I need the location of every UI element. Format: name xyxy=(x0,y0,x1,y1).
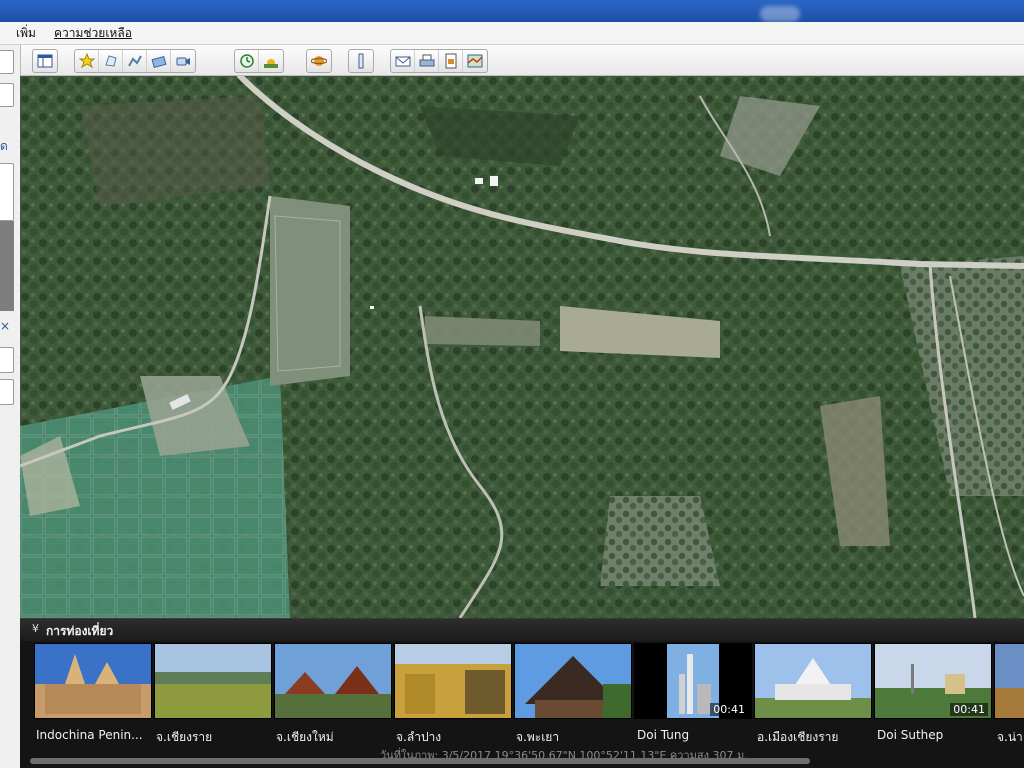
toolbar-group-sky xyxy=(306,49,332,73)
toolbar-group-measure xyxy=(348,49,374,73)
tour-thumbnail-8[interactable]: 00:41 xyxy=(874,643,992,719)
chevron-down-icon[interactable]: ¥ xyxy=(32,622,39,635)
print-icon[interactable] xyxy=(415,50,439,72)
sunlight-icon[interactable] xyxy=(259,50,283,72)
add-placemark-icon[interactable] xyxy=(75,50,99,72)
historical-imagery-icon[interactable] xyxy=(235,50,259,72)
places-panel-edge xyxy=(0,221,14,311)
tour-thumbnail-1[interactable] xyxy=(34,643,152,719)
search-box-edge[interactable] xyxy=(0,50,14,74)
tour-caption-8: Doi Suthep xyxy=(877,728,944,742)
close-icon[interactable]: × xyxy=(0,319,10,333)
search-button-edge[interactable] xyxy=(0,83,14,107)
menu-add[interactable]: เพิ่ม xyxy=(16,22,36,44)
places-list-edge[interactable] xyxy=(0,163,14,221)
map-view[interactable] xyxy=(20,76,1024,618)
sidebar-toggle-icon[interactable] xyxy=(33,50,57,72)
record-tour-icon[interactable] xyxy=(171,50,195,72)
tour-caption-5: จ.พะเยา xyxy=(516,730,560,744)
tour-header[interactable]: ¥ การท่องเที่ยว xyxy=(20,618,1024,641)
tour-caption-1: Indochina Penin... xyxy=(36,728,143,742)
toolbar xyxy=(0,45,1024,76)
sidebar-truncated-heading: ด xyxy=(0,139,8,153)
tour-thumbnail-5[interactable] xyxy=(514,643,632,719)
ruler-icon[interactable] xyxy=(349,50,373,72)
tour-thumbnail-4[interactable] xyxy=(394,643,512,719)
tour-caption-2: จ.เชียงราย xyxy=(156,730,213,744)
toolbar-group-layers xyxy=(234,49,284,73)
view-in-maps-icon[interactable] xyxy=(463,50,487,72)
tour-thumbnail-2[interactable] xyxy=(154,643,272,719)
toolbar-group-add xyxy=(74,49,196,73)
switch-to-sky-icon[interactable] xyxy=(307,50,331,72)
tour-thumbnail-3[interactable] xyxy=(274,643,392,719)
tour-caption-6: Doi Tung xyxy=(637,728,690,742)
add-polygon-icon[interactable] xyxy=(99,50,123,72)
tour-title: การท่องเที่ยว xyxy=(46,624,114,638)
tour-caption-3: จ.เชียงใหม่ xyxy=(276,730,334,744)
window-title-bar xyxy=(0,0,1024,22)
toolbar-group-share xyxy=(390,49,488,73)
tour-duration-6: 00:41 xyxy=(710,703,748,716)
tour-duration-8: 00:41 xyxy=(950,703,988,716)
satellite-imagery xyxy=(20,76,1024,618)
tour-thumbnail-9[interactable] xyxy=(994,643,1024,719)
email-icon[interactable] xyxy=(391,50,415,72)
tour-caption-7: อ.เมืองเชียงราย xyxy=(757,730,839,744)
tour-scrollbar[interactable] xyxy=(30,758,810,764)
add-path-icon[interactable] xyxy=(123,50,147,72)
tour-thumbnail-7[interactable] xyxy=(754,643,872,719)
tour-caption-4: จ.ลำปาง xyxy=(396,730,442,744)
tour-thumbnail-6[interactable]: 00:41 xyxy=(634,643,752,719)
menu-help[interactable]: ความช่วยเหลือ xyxy=(54,22,132,44)
sidebar-button-edge-1[interactable] xyxy=(0,347,14,373)
tour-caption-9: จ.น่า xyxy=(997,730,1023,744)
sidebar-button-edge-2[interactable] xyxy=(0,379,14,405)
save-image-icon[interactable] xyxy=(439,50,463,72)
menu-bar: เพิ่ม ความช่วยเหลือ xyxy=(0,22,1024,45)
toolbar-group-view xyxy=(32,49,58,73)
sidebar-panel: ก ด × xyxy=(0,45,21,768)
tour-panel: ¥ การท่องเที่ยว Indochina Penin... จ.เชี… xyxy=(20,618,1024,768)
add-image-overlay-icon[interactable] xyxy=(147,50,171,72)
